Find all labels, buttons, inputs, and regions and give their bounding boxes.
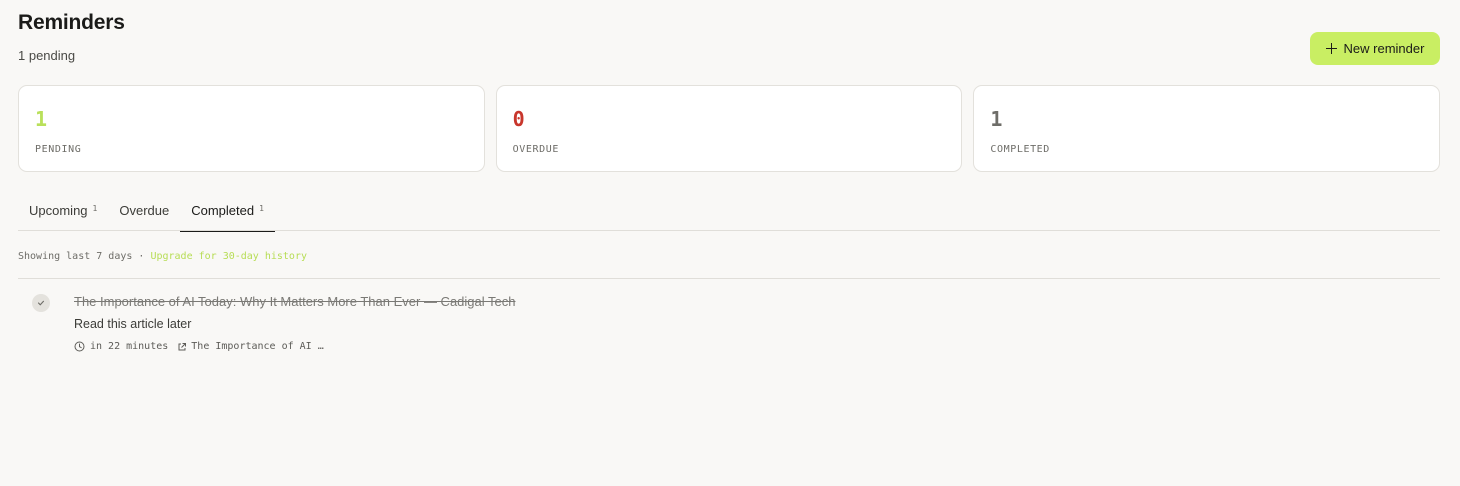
tab-upcoming-label: Upcoming <box>29 203 88 218</box>
reminder-note: Read this article later <box>74 317 192 331</box>
tab-upcoming-count: 1 <box>92 204 98 213</box>
page-title: Reminders <box>18 11 125 34</box>
plus-icon <box>1325 43 1337 54</box>
tab-overdue[interactable]: Overdue <box>108 195 180 231</box>
page-header: Reminders 1 pending New reminder <box>18 0 1440 85</box>
upgrade-link[interactable]: Upgrade for 30-day history <box>150 251 307 262</box>
clock-icon <box>74 341 85 352</box>
stat-value-overdue: 0 <box>512 107 525 131</box>
new-reminder-label: New reminder <box>1343 41 1425 56</box>
stat-value-pending: 1 <box>35 107 48 131</box>
pending-summary: 1 pending <box>18 48 76 63</box>
reminder-item: The Importance of AI Today: Why It Matte… <box>18 279 1440 352</box>
reminder-link-text: The Importance of AI … <box>191 341 324 352</box>
reminders-page: Reminders 1 pending New reminder 1 PENDI… <box>0 0 1460 486</box>
tab-overdue-label: Overdue <box>119 203 170 218</box>
check-icon <box>37 300 45 306</box>
stat-label-completed: COMPLETED <box>990 144 1050 155</box>
stat-card-completed: 1 COMPLETED <box>973 85 1441 172</box>
external-link-icon <box>178 342 187 350</box>
reminder-meta: in 22 minutes The Importance of AI … <box>74 341 1440 352</box>
reminder-tabs: Upcoming 1 Overdue Completed 1 <box>18 195 1440 232</box>
new-reminder-button[interactable]: New reminder <box>1310 32 1440 65</box>
stat-value-completed: 1 <box>990 107 1003 131</box>
history-info: Showing last 7 days · Upgrade for 30-day… <box>18 251 1440 264</box>
reminder-due: in 22 minutes <box>90 341 169 352</box>
reminder-title[interactable]: The Importance of AI Today: Why It Matte… <box>74 294 1440 309</box>
history-info-text: Showing last 7 days · <box>18 251 151 262</box>
tab-completed-label: Completed <box>191 203 255 218</box>
tab-upcoming[interactable]: Upcoming 1 <box>18 195 108 231</box>
tab-completed[interactable]: Completed 1 <box>180 195 275 232</box>
complete-toggle[interactable] <box>32 294 50 312</box>
tab-completed-count: 1 <box>259 204 264 213</box>
stat-card-overdue: 0 OVERDUE <box>495 85 963 172</box>
stat-label-pending: PENDING <box>35 144 82 155</box>
stat-card-pending: 1 PENDING <box>18 85 485 172</box>
stat-label-overdue: OVERDUE <box>512 144 560 155</box>
stats-row: 1 PENDING 0 OVERDUE 1 COMPLETED <box>18 85 1441 172</box>
reminder-source-link[interactable]: The Importance of AI … <box>177 341 324 352</box>
